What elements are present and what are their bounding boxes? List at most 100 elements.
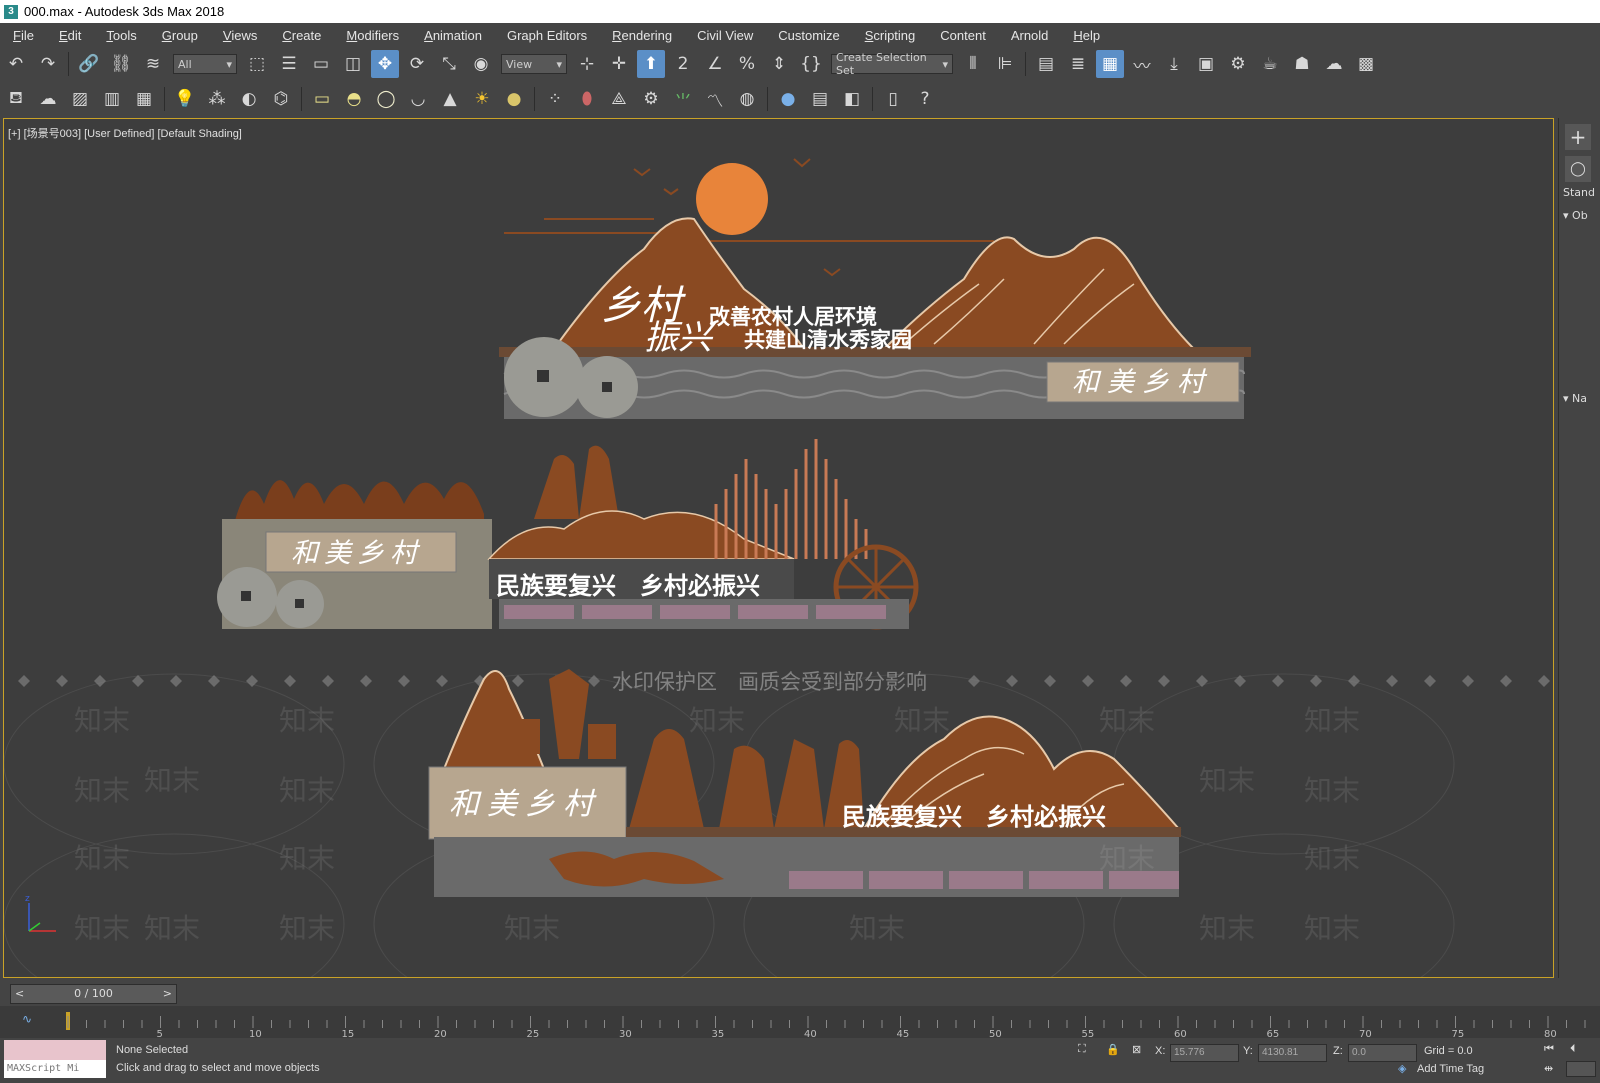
key-mode-icon[interactable]: ⇹ [1544,1062,1553,1075]
render-in-cloud-icon[interactable]: ☁ [1320,50,1348,78]
x-coordinate-field[interactable]: 15.776 [1170,1044,1239,1062]
y-coordinate-field[interactable]: 4130.81 [1258,1044,1327,1062]
named-selection-sets-dropdown[interactable]: Create Selection Set ▾ [831,51,953,77]
cone-icon[interactable]: ▲ [436,85,464,113]
menu-item-customize[interactable]: Customize [765,28,851,43]
teapot-icon[interactable]: ⛾ [2,85,30,113]
menu-item-edit[interactable]: Edit [46,28,93,43]
frame-buffer-icon[interactable]: ▯ [879,85,907,113]
bind-spacewarp-icon[interactable]: ≋ [139,50,167,78]
current-frame-field[interactable] [1566,1061,1596,1077]
capsule-icon[interactable]: ⬮ [573,85,601,113]
sheet-icon[interactable]: ▥ [98,85,126,113]
next-frame-icon[interactable]: > [163,985,172,1003]
globe-half-icon[interactable]: ◐ [235,85,263,113]
align-icon[interactable]: ⊫ [991,50,1019,78]
light-icon[interactable]: 💡 [171,85,199,113]
grass-icon[interactable]: ⺌ [669,85,697,113]
go-to-start-icon[interactable]: ⏮ [1544,1043,1554,1056]
mesh-icon[interactable]: ⟁ [605,85,633,113]
curve-editor-icon[interactable]: 〰 [1128,50,1156,78]
mirror-icon[interactable]: ⫴ [959,50,987,78]
select-and-move-icon[interactable]: ✥ [371,50,399,78]
render-production-icon[interactable]: ☗ [1288,50,1316,78]
select-and-place-icon[interactable]: ◉ [467,50,495,78]
spray-icon[interactable]: ⁂ [203,85,231,113]
percent-snap-icon[interactable]: % [733,50,761,78]
menu-item-animation[interactable]: Animation [411,28,494,43]
object-type-dropdown[interactable]: Stand [1563,186,1600,199]
menu-item-group[interactable]: Group [149,28,210,43]
cloud-icon[interactable]: ☁ [34,85,62,113]
camera-icon[interactable]: ⌬ [267,85,295,113]
rectangular-selection-icon[interactable]: ▭ [307,50,335,78]
lock-icon[interactable]: 🔒 [1106,1043,1120,1056]
material-editor-icon[interactable]: ▣ [1192,50,1220,78]
menu-item-views[interactable]: Views [210,28,269,43]
particles-icon[interactable]: ⁘ [541,85,569,113]
select-object-icon[interactable]: ⬚ [243,50,271,78]
hair-fur-icon[interactable]: 〽 [701,85,729,113]
menu-item-scripting[interactable]: Scripting [852,28,928,43]
menu-item-modifiers[interactable]: Modifiers [333,28,411,43]
select-by-name-icon[interactable]: ☰ [275,50,303,78]
add-time-tag[interactable]: Add Time Tag [1417,1063,1484,1075]
plane-light-icon[interactable]: ▭ [308,85,336,113]
create-tab-plus-icon[interactable]: + [1565,124,1591,150]
named-selection-icon[interactable]: {} [797,50,825,78]
table-icon[interactable]: ▦ [130,85,158,113]
bowl-icon[interactable]: ◡ [404,85,432,113]
maxscript-listener[interactable]: MAXScript Mi [4,1040,106,1080]
menu-item-arnold[interactable]: Arnold [998,28,1061,43]
help-icon[interactable]: ? [911,85,939,113]
sky-disc-icon[interactable]: ● [500,85,528,113]
angle-snap-icon[interactable]: ∠ [701,50,729,78]
dome-icon[interactable]: ◓ [340,85,368,113]
proxy-icon[interactable]: ◍ [733,85,761,113]
track-bar[interactable]: 5 10 15 20 25 30 35 40 45 50 55 60 65 70 75 80 ∿ [0,1006,1600,1040]
gear-icon[interactable]: ⚙ [637,85,665,113]
previous-key-icon[interactable]: ⏴ [1570,1043,1576,1056]
curve-editor-mini-icon[interactable]: ∿ [22,1012,32,1026]
time-slider[interactable]: < 0 / 100 > [10,984,177,1004]
picture-icon[interactable]: ▨ [66,85,94,113]
object-type-rollout[interactable]: ▾ Ob [1563,209,1600,222]
selection-filter-dropdown[interactable]: All ▾ [173,54,237,74]
snaps-toggle-icon[interactable]: 2 [669,50,697,78]
window-crossing-icon[interactable]: ◫ [339,50,367,78]
scene-explorer-icon[interactable]: ▤ [1032,50,1060,78]
z-coordinate-field[interactable]: 0.0 [1348,1044,1417,1062]
isolate-selection-icon[interactable]: ⛶ [1078,1043,1086,1056]
sun-icon[interactable]: ☀ [468,85,496,113]
unlink-icon[interactable]: ⛓ [107,50,135,78]
select-and-rotate-icon[interactable]: ⟳ [403,50,431,78]
toggle-ribbon-icon[interactable]: ▦ [1096,50,1124,78]
material-lib-icon[interactable]: ▤ [806,85,834,113]
spinner-snap-icon[interactable]: ⇕ [765,50,793,78]
material-sphere-icon[interactable]: ● [774,85,802,113]
select-manipulate-icon[interactable]: ✛ [605,50,633,78]
sphere-light-icon[interactable]: ◯ [372,85,400,113]
geometry-category-icon[interactable]: ◯ [1565,156,1591,182]
a360-gallery-icon[interactable]: ▩ [1352,50,1380,78]
perspective-viewport[interactable]: [+] [场景号003] [User Defined] [Default Sha… [3,118,1554,978]
menu-item-tools[interactable]: Tools [93,28,148,43]
prev-frame-icon[interactable]: < [15,985,24,1003]
redo-icon[interactable]: ↷ [34,50,62,78]
select-and-scale-icon[interactable]: ⤡ [435,50,463,78]
layer-explorer-icon[interactable]: ≣ [1064,50,1092,78]
menu-item-rendering[interactable]: Rendering [599,28,684,43]
undo-icon[interactable]: ↶ [2,50,30,78]
keyboard-shortcut-override-icon[interactable]: ⬆ [637,50,665,78]
reference-coordinate-dropdown[interactable]: View ▾ [501,54,567,74]
render-setup-icon[interactable]: ⚙ [1224,50,1252,78]
menu-item-file[interactable]: File [0,28,46,43]
rendered-frame-window-icon[interactable]: ☕ [1256,50,1284,78]
absolute-mode-icon[interactable]: ⊠ [1132,1043,1141,1056]
menu-item-civil-view[interactable]: Civil View [684,28,765,43]
schematic-view-icon[interactable]: ⤓ [1160,50,1188,78]
menu-item-help[interactable]: Help [1060,28,1112,43]
menu-item-create[interactable]: Create [269,28,333,43]
menu-item-content[interactable]: Content [927,28,998,43]
time-tag-icon[interactable]: ◈ [1398,1062,1406,1075]
